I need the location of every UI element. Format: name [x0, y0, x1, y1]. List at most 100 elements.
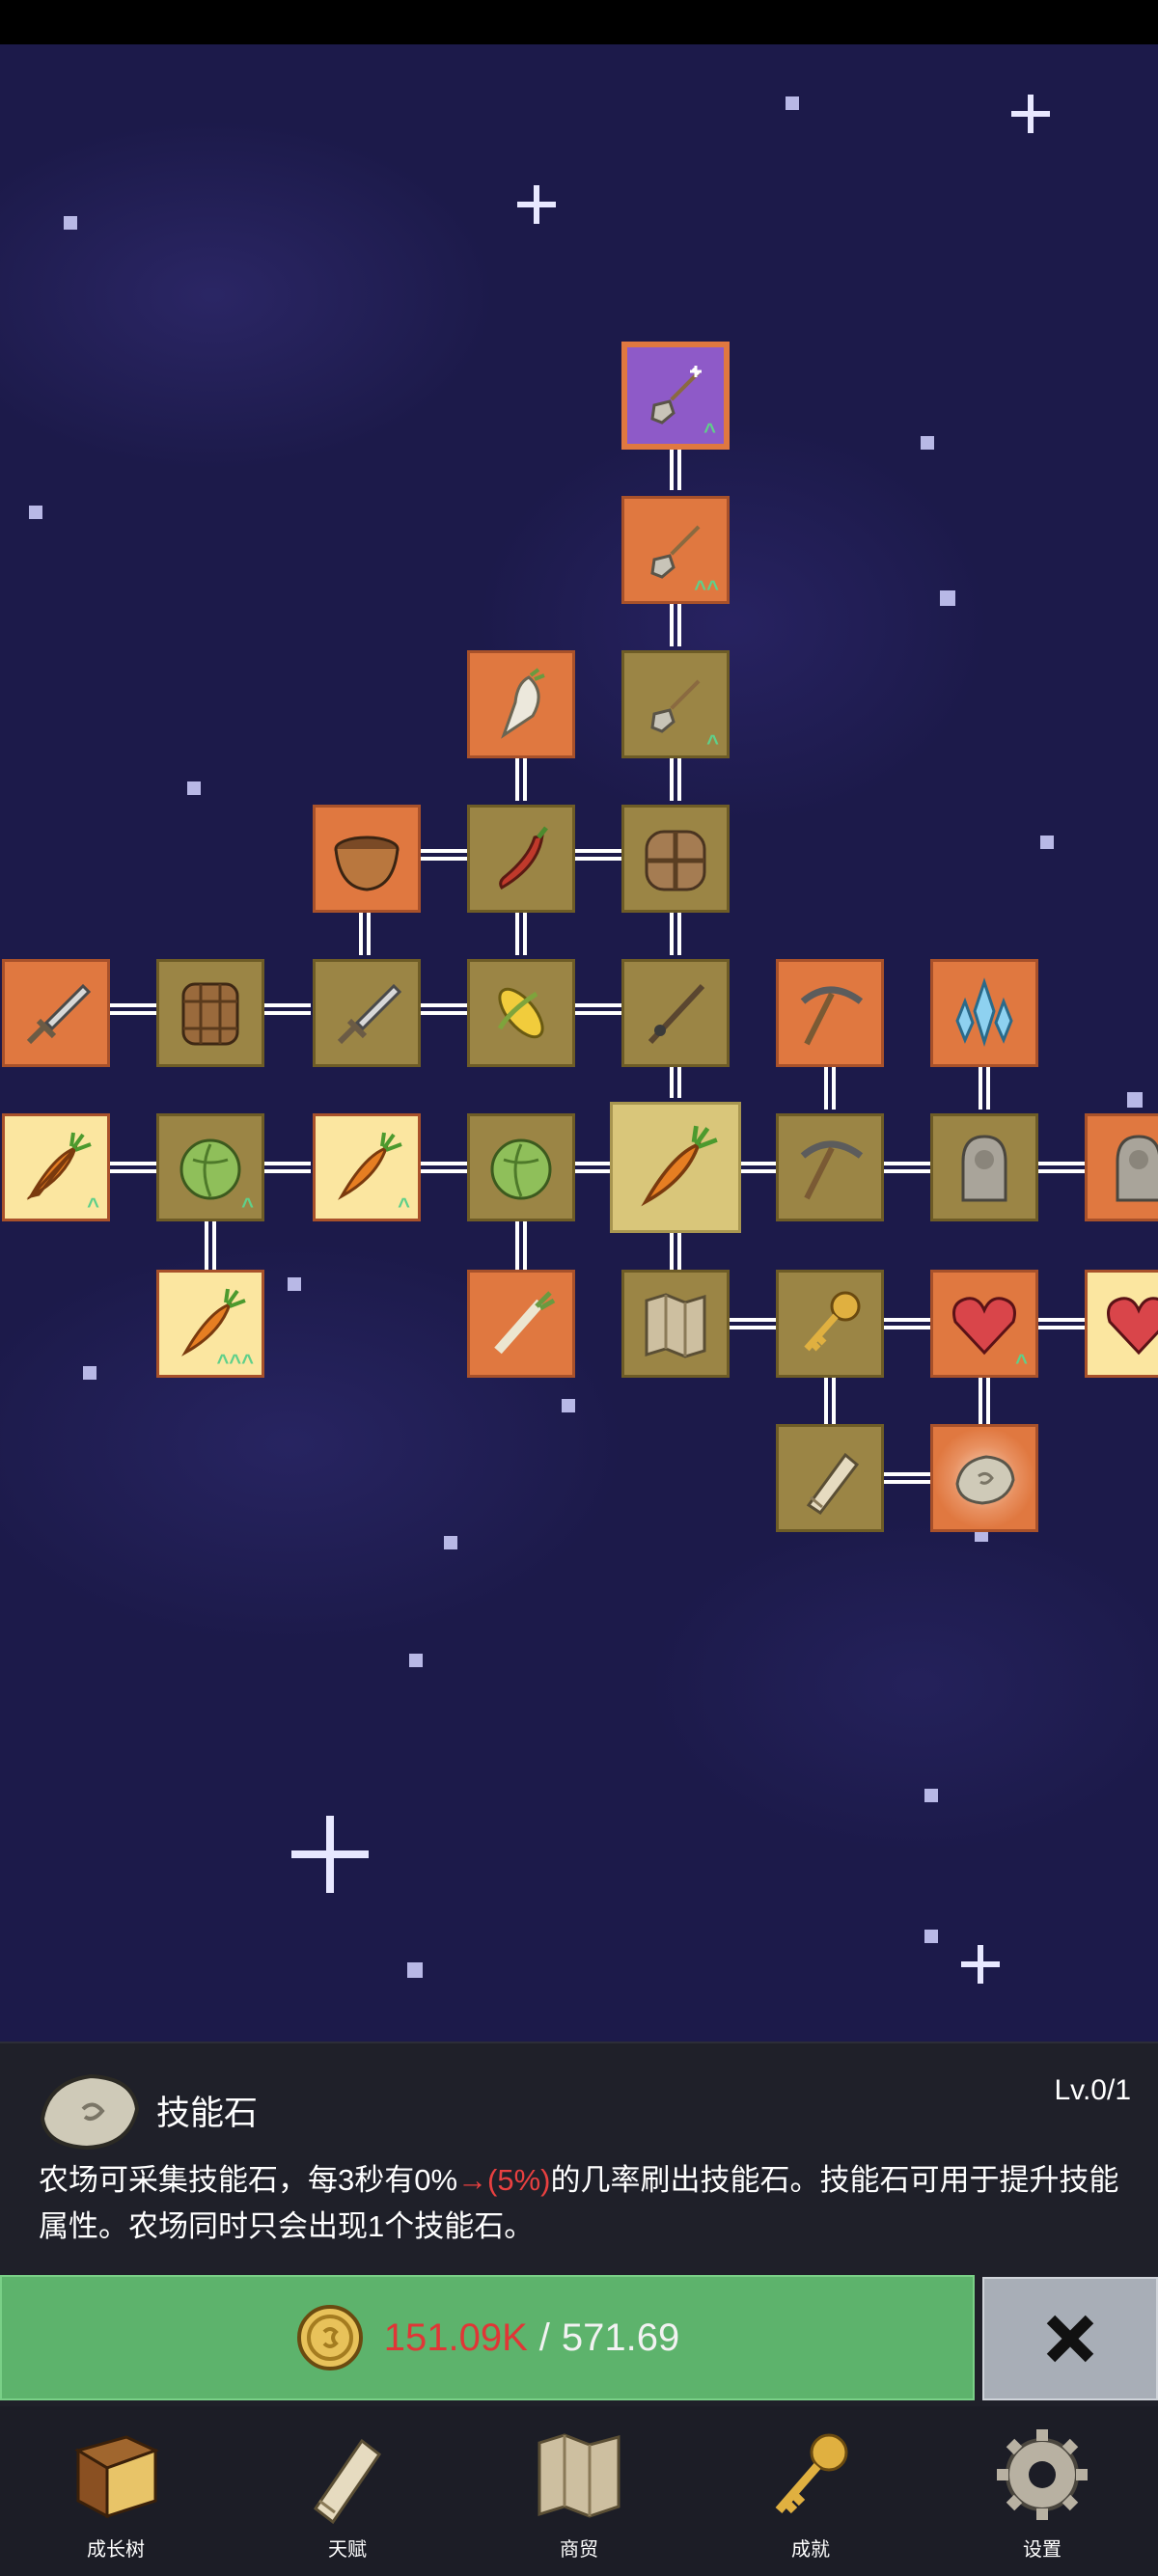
sparkle [291, 1816, 369, 1893]
leek-icon [494, 1291, 556, 1355]
radish-icon [501, 668, 545, 739]
connector [515, 909, 527, 955]
scroll-icon [806, 1452, 860, 1516]
coin-icon [296, 2305, 363, 2370]
skill-node-pot[interactable] [313, 805, 421, 913]
connector [884, 1472, 930, 1484]
stone-icon [40, 2073, 140, 2151]
skill-node-statue-2[interactable] [1085, 1113, 1158, 1221]
connector [670, 909, 681, 955]
skill-node-map[interactable] [621, 1270, 730, 1378]
skill-node-cabbage-1[interactable]: ^ [156, 1113, 264, 1221]
skill-node-key[interactable] [776, 1270, 884, 1378]
skill-node-carrot-center[interactable] [610, 1102, 741, 1233]
star [924, 1930, 938, 1943]
skill-description-text: 农场可采集技能石，每3秒有0% [39, 2163, 458, 2197]
skill-node-fishing-rod[interactable] [621, 959, 730, 1067]
skill-node-skill-stone[interactable] [930, 1424, 1038, 1532]
skill-node-carrot-bright-2[interactable]: ^ [313, 1113, 421, 1221]
nav-growth-tree[interactable]: 成长树 [0, 2406, 232, 2576]
connector [110, 1003, 156, 1015]
skill-node-backpack[interactable] [621, 805, 730, 913]
skill-description: 农场可采集技能石，每3秒有0%→(5%)的几率刷出技能石。技能石可用于提升技能属… [39, 2157, 1129, 2250]
skill-node-crystal[interactable] [930, 959, 1038, 1067]
close-button[interactable] [982, 2277, 1158, 2400]
nav-talent[interactable]: 天赋 [232, 2406, 463, 2576]
skill-node-barrel[interactable] [156, 959, 264, 1067]
fishing-rod-icon [648, 983, 705, 1045]
star [921, 436, 934, 450]
sword-icon [26, 983, 92, 1045]
connector [421, 849, 467, 861]
key-icon [775, 2433, 848, 2514]
skill-node-statue-1[interactable] [930, 1113, 1038, 1221]
shovel-icon [650, 679, 701, 733]
star [940, 590, 955, 606]
connector [575, 1162, 614, 1173]
skill-node-carrot-bright-1[interactable]: ^ [2, 1113, 110, 1221]
skill-node-chili[interactable] [467, 805, 575, 913]
star [187, 781, 201, 795]
scroll-icon [313, 2438, 382, 2525]
key-icon [804, 1291, 861, 1352]
skill-node-pickaxe-orange[interactable] [776, 959, 884, 1067]
connector [670, 1063, 681, 1098]
map-icon [645, 1293, 706, 1358]
star [1127, 1092, 1143, 1108]
skill-node-shovel-orange[interactable]: ^^ [621, 496, 730, 604]
skill-node-pickaxe-gold[interactable] [776, 1113, 884, 1221]
statue-icon [1116, 1135, 1158, 1202]
skill-node-shovel-gold[interactable]: ^ [621, 650, 730, 758]
nav-achievement[interactable]: 成就 [695, 2406, 926, 2576]
skill-node-corn[interactable] [467, 959, 575, 1067]
crystal-icon [955, 977, 1013, 1048]
price-separator: / [538, 2316, 550, 2359]
connector [979, 1063, 990, 1110]
nav-settings[interactable]: 设置 [926, 2406, 1158, 2576]
pickaxe-icon [800, 986, 864, 1046]
map-icon [538, 2433, 620, 2518]
upgrade-button[interactable]: 151.09K / 571.69 [0, 2275, 975, 2400]
nav-trade[interactable]: 商贸 [463, 2406, 695, 2576]
skill-node-shovel-purple[interactable]: ^ [621, 342, 730, 450]
star [1040, 836, 1054, 849]
nav-label: 天赋 [328, 2539, 367, 2561]
upgrade-indicator: ^ [87, 1193, 99, 1218]
upgrade-indicator: ^ [241, 1193, 254, 1218]
pickaxe-icon [800, 1140, 864, 1200]
nav-label: 成就 [791, 2539, 830, 2561]
sparkle [1011, 95, 1050, 133]
upgrade-indicator: ^^^ [216, 1350, 254, 1374]
carrot-icon [26, 1132, 92, 1200]
skill-node-heart-2[interactable] [1085, 1270, 1158, 1378]
skill-node-leek[interactable] [467, 1270, 575, 1378]
book-icon [74, 2435, 159, 2519]
chili-icon [499, 826, 548, 891]
skill-node-sword-orange[interactable] [2, 959, 110, 1067]
connector [421, 1003, 467, 1015]
skill-node-heart-1[interactable]: ^ [930, 1270, 1038, 1378]
skill-tree-canvas[interactable]: ^ ^^ ^ ^ ^ ^ ^^^ ^ [0, 44, 1158, 2042]
cabbage-icon [490, 1138, 552, 1200]
star [407, 1962, 423, 1978]
cabbage-icon [179, 1138, 241, 1200]
heart-icon [952, 1297, 1016, 1356]
connector [515, 754, 527, 801]
close-icon [1046, 2315, 1094, 2363]
statue-icon [961, 1135, 1007, 1202]
connector [670, 600, 681, 646]
skill-description-highlight: →(5%) [457, 2163, 551, 2197]
connector [264, 1162, 311, 1173]
connector [741, 1162, 776, 1173]
carrot-icon [338, 1132, 402, 1200]
skill-node-radish[interactable] [467, 650, 575, 758]
bottom-nav: 成长树 天赋 商贸 成就 设置 [0, 2406, 1158, 2576]
connector [264, 1003, 311, 1015]
connector [575, 849, 621, 861]
skill-node-cabbage-2[interactable] [467, 1113, 575, 1221]
connector [730, 1318, 776, 1329]
skill-node-carrot-triple[interactable]: ^^^ [156, 1270, 264, 1378]
skill-node-scroll[interactable] [776, 1424, 884, 1532]
upgrade-indicator: ^ [1015, 1350, 1028, 1374]
skill-node-sword-gold[interactable] [313, 959, 421, 1067]
